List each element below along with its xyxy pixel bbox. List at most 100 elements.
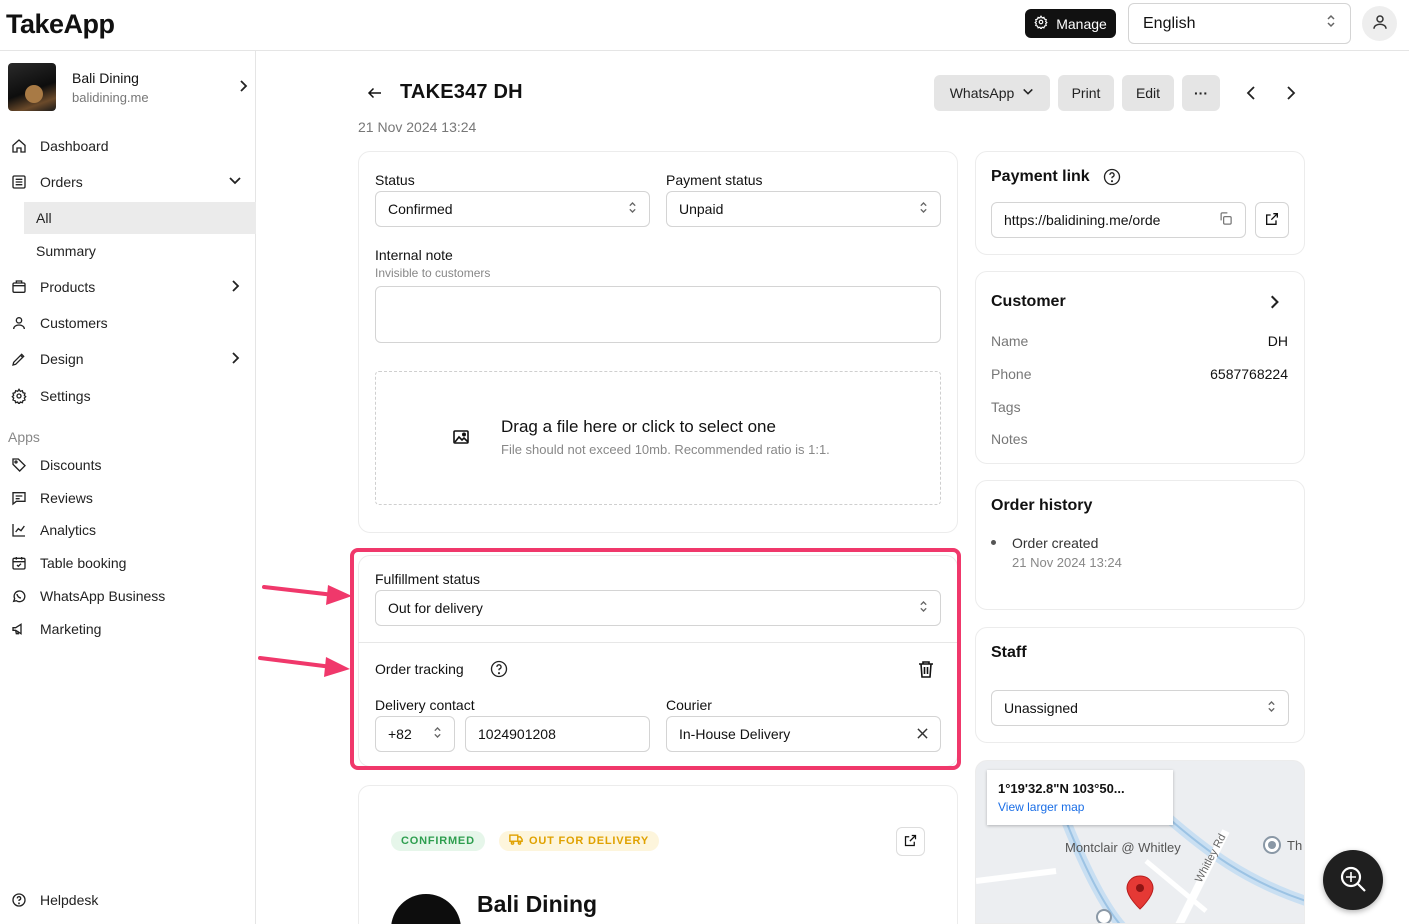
sidebar-item-label: Customers (40, 315, 108, 331)
manage-label: Manage (1056, 15, 1107, 32)
payment-link-value: https://balidining.me/orde (1004, 212, 1161, 228)
takeapp-logo[interactable]: TakeApp (6, 9, 115, 40)
timeline-dot (991, 540, 996, 545)
internal-note-hint: Invisible to customers (375, 266, 491, 280)
sidebar-item-design[interactable]: Design (0, 343, 256, 375)
store-name: Bali Dining (72, 69, 139, 86)
help-circle-icon[interactable] (1102, 167, 1122, 190)
sidebar-item-dashboard[interactable]: Dashboard (0, 130, 256, 162)
chevron-right-icon (238, 79, 248, 96)
open-payment-link-button[interactable] (1255, 202, 1289, 238)
gear-icon (1034, 15, 1048, 32)
orders-list-icon (10, 173, 28, 191)
whatsapp-button[interactable]: WhatsApp (934, 75, 1050, 111)
payment-status-label: Payment status (666, 172, 763, 188)
view-larger-map-link[interactable]: View larger map (998, 800, 1084, 814)
status-badge-delivery: OUT FOR DELIVERY (499, 831, 659, 851)
customer-name-value: DH (1267, 333, 1288, 349)
chevron-updown-icon (628, 201, 637, 217)
highlight-box (350, 548, 961, 770)
status-select[interactable]: Confirmed (375, 191, 650, 227)
store-domain: balidining.me (72, 89, 149, 105)
account-avatar-button[interactable] (1362, 6, 1397, 41)
external-link-icon (1264, 211, 1280, 230)
badge-label: OUT FOR DELIVERY (529, 835, 649, 847)
top-bar: TakeApp Manage English (0, 0, 1409, 51)
map-coordinates: 1°19'32.8"N 103°50... (998, 781, 1125, 796)
badge-label: CONFIRMED (401, 835, 475, 847)
preview-store-name: Bali Dining (477, 891, 598, 917)
sidebar-item-products[interactable]: Products (0, 271, 256, 303)
annotation-arrow-icon (262, 585, 352, 605)
staff-value: Unassigned (1004, 700, 1078, 716)
payment-status-select[interactable]: Unpaid (666, 191, 941, 227)
map-place-label: Montclair @ Whitley (1065, 840, 1181, 855)
sidebar-item-marketing[interactable]: Marketing (0, 613, 256, 645)
back-arrow-icon[interactable] (366, 84, 384, 105)
customer-tags-label: Tags (991, 399, 1021, 415)
sidebar-item-customers[interactable]: Customers (0, 307, 256, 339)
sidebar-item-orders[interactable]: Orders (0, 166, 256, 198)
sidebar-item-settings[interactable]: Settings (0, 380, 256, 412)
previous-order-arrow-icon[interactable] (1245, 84, 1259, 105)
staff-select[interactable]: Unassigned (991, 690, 1289, 726)
sidebar-item-label: Discounts (40, 457, 102, 473)
whatsapp-button-label: WhatsApp (949, 85, 1015, 101)
dropzone-hint: File should not exceed 10mb. Recommended… (501, 442, 830, 457)
manage-button[interactable]: Manage (1025, 9, 1116, 38)
page-title: TAKE347 DH (400, 81, 523, 104)
edit-button[interactable]: Edit (1122, 75, 1174, 111)
more-options-button[interactable]: ··· (1182, 75, 1220, 111)
map-edge-label: Th (1287, 838, 1303, 853)
help-circle-icon (10, 891, 28, 909)
sidebar-item-label: Summary (36, 243, 96, 259)
sidebar-item-label: WhatsApp Business (40, 588, 166, 604)
next-order-arrow-icon[interactable] (1283, 84, 1297, 105)
internal-note-input[interactable] (375, 286, 941, 343)
sidebar-item-table-booking[interactable]: Table booking (0, 547, 256, 579)
truck-icon (509, 834, 523, 848)
chevron-updown-icon (1326, 14, 1336, 33)
sidebar-item-label: Marketing (40, 621, 102, 637)
order-customer-initials: DH (493, 81, 523, 103)
print-button[interactable]: Print (1058, 75, 1114, 111)
history-event-date: 21 Nov 2024 13:24 (1012, 555, 1122, 570)
open-external-button[interactable] (896, 827, 925, 856)
sidebar-item-helpdesk[interactable]: Helpdesk (0, 884, 256, 916)
status-value: Confirmed (388, 201, 453, 217)
copy-icon[interactable] (1218, 211, 1233, 229)
sidebar-item-label: Orders (40, 174, 83, 190)
language-value: English (1143, 14, 1196, 32)
language-select[interactable]: English (1128, 3, 1351, 44)
chevron-right-icon[interactable] (1268, 294, 1280, 313)
megaphone-icon (10, 620, 28, 638)
chevron-down-icon (1022, 85, 1034, 101)
sidebar-subitem-summary[interactable]: Summary (24, 235, 256, 267)
history-event: Order created (1012, 535, 1099, 551)
sidebar-item-discounts[interactable]: Discounts (0, 449, 256, 481)
sidebar-item-label: Design (40, 351, 84, 367)
sidebar-item-reviews[interactable]: Reviews (0, 482, 256, 514)
box-icon (10, 278, 28, 296)
user-icon (1371, 13, 1389, 34)
chevron-right-icon (228, 279, 242, 296)
order-date: 21 Nov 2024 13:24 (358, 119, 477, 135)
status-badge-confirmed: CONFIRMED (391, 831, 485, 851)
print-button-label: Print (1071, 85, 1101, 101)
edit-button-label: Edit (1135, 85, 1161, 101)
ai-search-button[interactable] (1323, 850, 1383, 910)
tag-icon (10, 456, 28, 474)
apps-section-label: Apps (8, 429, 40, 445)
payment-link-input[interactable]: https://balidining.me/orde (991, 202, 1246, 238)
status-label: Status (375, 172, 415, 188)
sidebar-item-label: Products (40, 279, 96, 295)
store-switcher[interactable]: Bali Dining balidining.me (8, 63, 248, 111)
home-icon (10, 137, 28, 155)
sidebar-item-analytics[interactable]: Analytics (0, 514, 256, 546)
order-history-title: Order history (991, 497, 1093, 514)
sidebar-subitem-all[interactable]: All (24, 202, 256, 234)
sidebar-item-label: Table booking (40, 555, 127, 571)
delivery-map[interactable]: Montclair @ Whitley Whitley Rd Th 1°19'3… (975, 760, 1305, 924)
sidebar-item-label: All (36, 210, 52, 226)
sidebar-item-whatsapp-business[interactable]: WhatsApp Business (0, 580, 256, 612)
